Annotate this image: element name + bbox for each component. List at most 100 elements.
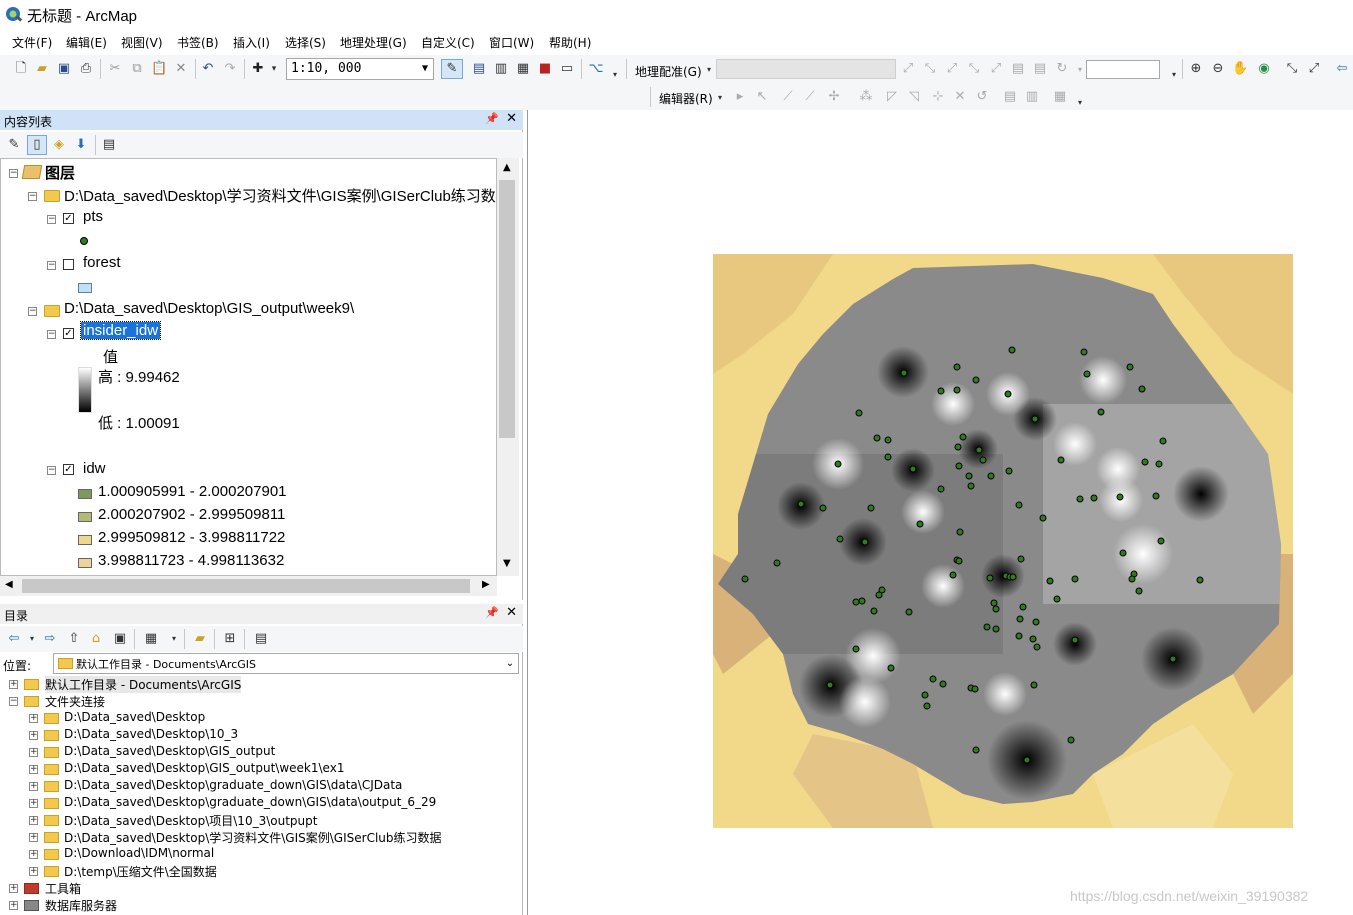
menu-select[interactable]: 选择(S) [285, 34, 326, 51]
collapse-icon[interactable]: − [47, 330, 56, 339]
sample-point[interactable] [1004, 390, 1012, 398]
sample-point[interactable] [1053, 595, 1061, 603]
collapse-icon[interactable]: − [28, 307, 37, 316]
sample-point[interactable] [826, 681, 834, 689]
sample-point[interactable] [867, 504, 875, 512]
save-icon[interactable]: ▣ [56, 61, 72, 77]
catalog-item[interactable]: 数据库服务器 [45, 897, 117, 914]
sample-point[interactable] [1057, 456, 1065, 464]
sample-point[interactable] [884, 436, 892, 444]
collapse-icon[interactable]: − [9, 697, 18, 706]
sample-point[interactable] [965, 472, 973, 480]
catalog-item[interactable]: D:\Download\IDM\normal [64, 846, 214, 860]
expand-icon[interactable]: + [9, 901, 18, 910]
menu-edit[interactable]: 编辑(E) [66, 34, 107, 51]
fixed-zoom-in-icon[interactable]: ⤡ [1284, 61, 1300, 77]
edit-vertices-icon[interactable]: ⁂ [858, 89, 874, 105]
editing-options-icon[interactable]: ▦ [1052, 89, 1068, 105]
sample-point[interactable] [1031, 415, 1039, 423]
sample-point[interactable] [852, 645, 860, 653]
arctoolbox-icon[interactable]: ■ [537, 61, 553, 77]
catalog-item[interactable]: D:\Data_saved\Desktop\graduate_down\GIS\… [64, 778, 402, 792]
sample-point[interactable] [1097, 408, 1105, 416]
chevron-down-icon[interactable]: ▾ [712, 90, 728, 106]
menu-bookmarks[interactable]: 书签(B) [177, 34, 219, 51]
sample-point[interactable] [1033, 643, 1041, 651]
sample-point[interactable] [905, 608, 913, 616]
sample-point[interactable] [887, 664, 895, 672]
sample-point[interactable] [852, 598, 860, 606]
sample-point[interactable] [1023, 756, 1031, 764]
list-by-visibility-icon[interactable]: ◈ [51, 137, 67, 153]
sample-point[interactable] [1019, 603, 1027, 611]
zoom-in-icon[interactable]: ⊕ [1188, 61, 1204, 77]
copy-icon[interactable]: ⧉ [129, 61, 145, 77]
point-icon[interactable]: ✢ [826, 89, 842, 105]
endpoint-arc-icon[interactable]: ⟋ [802, 89, 818, 105]
expand-icon[interactable]: + [29, 833, 38, 842]
full-extent-icon[interactable]: ◉ [1256, 61, 1272, 77]
sample-point[interactable] [954, 443, 962, 451]
pin-icon[interactable]: 📌 [485, 606, 499, 619]
menu-insert[interactable]: 插入(I) [233, 34, 270, 51]
sample-point[interactable] [1080, 348, 1088, 356]
sample-point[interactable] [975, 446, 983, 454]
sample-point[interactable] [959, 433, 967, 441]
scroll-thumb[interactable] [22, 579, 470, 593]
sample-point[interactable] [1141, 458, 1149, 466]
scroll-right-icon[interactable]: ▶ [482, 579, 490, 590]
scroll-left-icon[interactable]: ◀ [5, 579, 13, 590]
edit-annotation-icon[interactable]: ↖ [754, 89, 770, 105]
list-by-drawing-order-icon[interactable]: ✎ [6, 137, 22, 153]
add-control-points-icon[interactable]: ⤢ [900, 61, 916, 77]
menu-windows[interactable]: 窗口(W) [489, 34, 534, 51]
catalog-item[interactable]: D:\Data_saved\Desktop\10_3 [64, 727, 238, 741]
sample-point[interactable] [819, 504, 827, 512]
sample-point[interactable] [916, 520, 924, 528]
expand-icon[interactable]: + [29, 782, 38, 791]
sample-point[interactable] [929, 675, 937, 683]
viewer-icon[interactable]: ▤ [1032, 61, 1048, 77]
pts-visibility-checkbox[interactable]: ✓ [63, 213, 74, 224]
options-icon[interactable]: ▤ [253, 631, 269, 647]
georeferencing-label[interactable]: 地理配准(G) [635, 63, 702, 80]
split-icon[interactable]: ⊹ [930, 89, 946, 105]
sample-point[interactable] [937, 387, 945, 395]
sample-point[interactable] [1155, 460, 1163, 468]
catalog-item[interactable]: D:\Data_saved\Desktop [64, 710, 205, 724]
fixed-zoom-out-icon[interactable]: ⤢ [1306, 61, 1322, 77]
reshape-icon[interactable]: ◸ [884, 89, 900, 105]
chevron-down-icon[interactable]: ▾ [24, 631, 40, 647]
sample-point[interactable] [875, 591, 883, 599]
sample-point[interactable] [987, 472, 995, 480]
scroll-down-icon[interactable]: ▼ [503, 558, 511, 569]
sample-point[interactable] [953, 363, 961, 371]
chevron-down-icon[interactable]: ▼ [417, 59, 433, 79]
menu-file[interactable]: 文件(F) [12, 34, 52, 51]
sample-point[interactable] [834, 460, 842, 468]
catalog-item[interactable]: D:\temp\压缩文件\全国数据 [64, 863, 217, 880]
catalog-item[interactable]: D:\Data_saved\Desktop\GIS_output\week1\e… [64, 761, 344, 775]
sample-point[interactable] [1015, 632, 1023, 640]
go-back-icon[interactable]: ⇦ [1334, 61, 1350, 77]
toc-horizontal-scrollbar[interactable]: ◀ ▶ [0, 576, 497, 596]
sample-point[interactable] [937, 485, 945, 493]
sample-point[interactable] [1032, 618, 1040, 626]
sample-point[interactable] [1138, 385, 1146, 393]
sample-point[interactable] [1030, 681, 1038, 689]
location-combo[interactable]: 默认工作目录 - Documents\ArcGIS ⌄ [53, 653, 519, 674]
sample-point[interactable] [1152, 492, 1160, 500]
list-by-source-icon[interactable]: ▯ [27, 135, 47, 155]
scroll-thumb[interactable] [499, 180, 515, 438]
sample-point[interactable] [1009, 573, 1017, 581]
sample-point[interactable] [900, 369, 908, 377]
back-icon[interactable]: ⇦ [6, 631, 22, 647]
close-icon[interactable]: ✕ [506, 111, 517, 126]
zoom-out-icon[interactable]: ⊖ [1210, 61, 1226, 77]
expand-icon[interactable]: + [29, 799, 38, 808]
hierarchy-icon[interactable]: ⊞ [222, 631, 238, 647]
sample-point[interactable] [1169, 655, 1177, 663]
sample-point[interactable] [971, 685, 979, 693]
sample-point[interactable] [1016, 615, 1024, 623]
sample-point[interactable] [923, 702, 931, 710]
